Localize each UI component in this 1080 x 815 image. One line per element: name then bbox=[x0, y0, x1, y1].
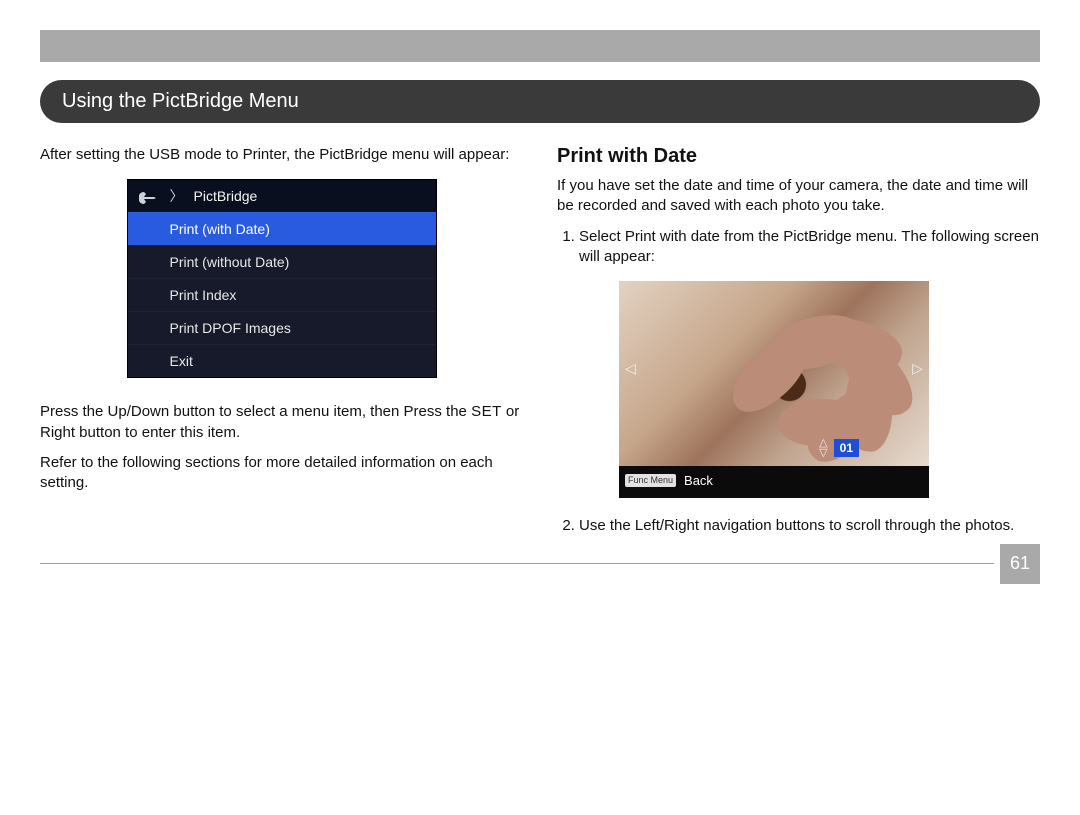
func-menu-chip[interactable]: Func Menu bbox=[625, 474, 676, 487]
back-label[interactable]: Back bbox=[684, 472, 713, 490]
menu-item-label: Print DPOF Images bbox=[170, 320, 291, 336]
print-preview-screenshot: ◁ ▷ △ ▽ 01 Func Menu bbox=[619, 281, 929, 498]
menu-item-print-without-date[interactable]: Print (without Date) bbox=[128, 245, 436, 278]
print-with-date-heading: Print with Date bbox=[557, 145, 1040, 168]
triangle-down-icon: ▽ bbox=[819, 448, 827, 458]
menu-item-print-with-date[interactable]: Print (with Date) bbox=[128, 212, 436, 245]
menu-item-print-index[interactable]: Print Index bbox=[128, 278, 436, 311]
step-2-text: Use the Left/Right navigation buttons to… bbox=[579, 517, 1014, 534]
set-button-label: SET bbox=[471, 403, 502, 420]
section-title-bar: Using the PictBridge Menu bbox=[40, 80, 1040, 123]
top-gray-bar bbox=[40, 30, 1040, 62]
menu-item-label: Print (without Date) bbox=[170, 254, 290, 270]
left-intro-text: After setting the USB mode to Printer, t… bbox=[40, 145, 523, 165]
left-column: After setting the USB mode to Printer, t… bbox=[40, 141, 523, 544]
section-title-text: Using the PictBridge Menu bbox=[62, 90, 299, 112]
left-moreinfo-text: Refer to the following sections for more… bbox=[40, 453, 523, 494]
left-instruction-text: Press the Up/Down button to select a men… bbox=[40, 402, 523, 443]
step-1-text: Select Print with date from the PictBrid… bbox=[579, 228, 1039, 265]
copy-count-box: △ ▽ 01 bbox=[819, 438, 859, 458]
footer-rule bbox=[40, 563, 994, 564]
menu-item-label: Print (with Date) bbox=[170, 221, 270, 237]
menu-item-exit[interactable]: Exit bbox=[128, 344, 436, 377]
nav-left-icon[interactable]: ◁ bbox=[625, 359, 636, 378]
steps-list: Select Print with date from the PictBrid… bbox=[579, 227, 1040, 536]
menu-item-print-dpof[interactable]: Print DPOF Images bbox=[128, 311, 436, 344]
right-column: Print with Date If you have set the date… bbox=[557, 141, 1040, 544]
pictbridge-menu-title: PictBridge bbox=[194, 188, 258, 204]
preview-footer-bar: Func Menu Back bbox=[619, 466, 929, 498]
page-number: 61 bbox=[1010, 553, 1030, 574]
right-intro-text: If you have set the date and time of you… bbox=[557, 176, 1040, 217]
two-column-layout: After setting the USB mode to Printer, t… bbox=[40, 141, 1040, 544]
instruction-pre: Press the Up/Down button to select a men… bbox=[40, 403, 471, 420]
pictbridge-menu-header: 〉 PictBridge bbox=[128, 180, 436, 212]
menu-item-label: Exit bbox=[170, 353, 193, 369]
page-footer: 61 bbox=[40, 544, 1040, 584]
page-number-box: 61 bbox=[1000, 544, 1040, 584]
up-down-icon[interactable]: △ ▽ bbox=[819, 438, 827, 458]
pictbridge-menu-items: Print (with Date) Print (without Date) P… bbox=[128, 212, 436, 377]
chevron-right-icon: 〉 bbox=[170, 186, 184, 206]
menu-item-label: Print Index bbox=[170, 287, 237, 303]
pictbridge-menu-screenshot: 〉 PictBridge Print (with Date) Print (wi… bbox=[127, 179, 437, 378]
wrench-icon bbox=[136, 188, 160, 204]
copy-count-value: 01 bbox=[834, 439, 859, 457]
step-1: Select Print with date from the PictBrid… bbox=[579, 227, 1040, 498]
nav-right-icon[interactable]: ▷ bbox=[912, 359, 923, 378]
step-2: Use the Left/Right navigation buttons to… bbox=[579, 516, 1040, 536]
preview-photo: ◁ ▷ △ ▽ 01 bbox=[619, 281, 929, 466]
